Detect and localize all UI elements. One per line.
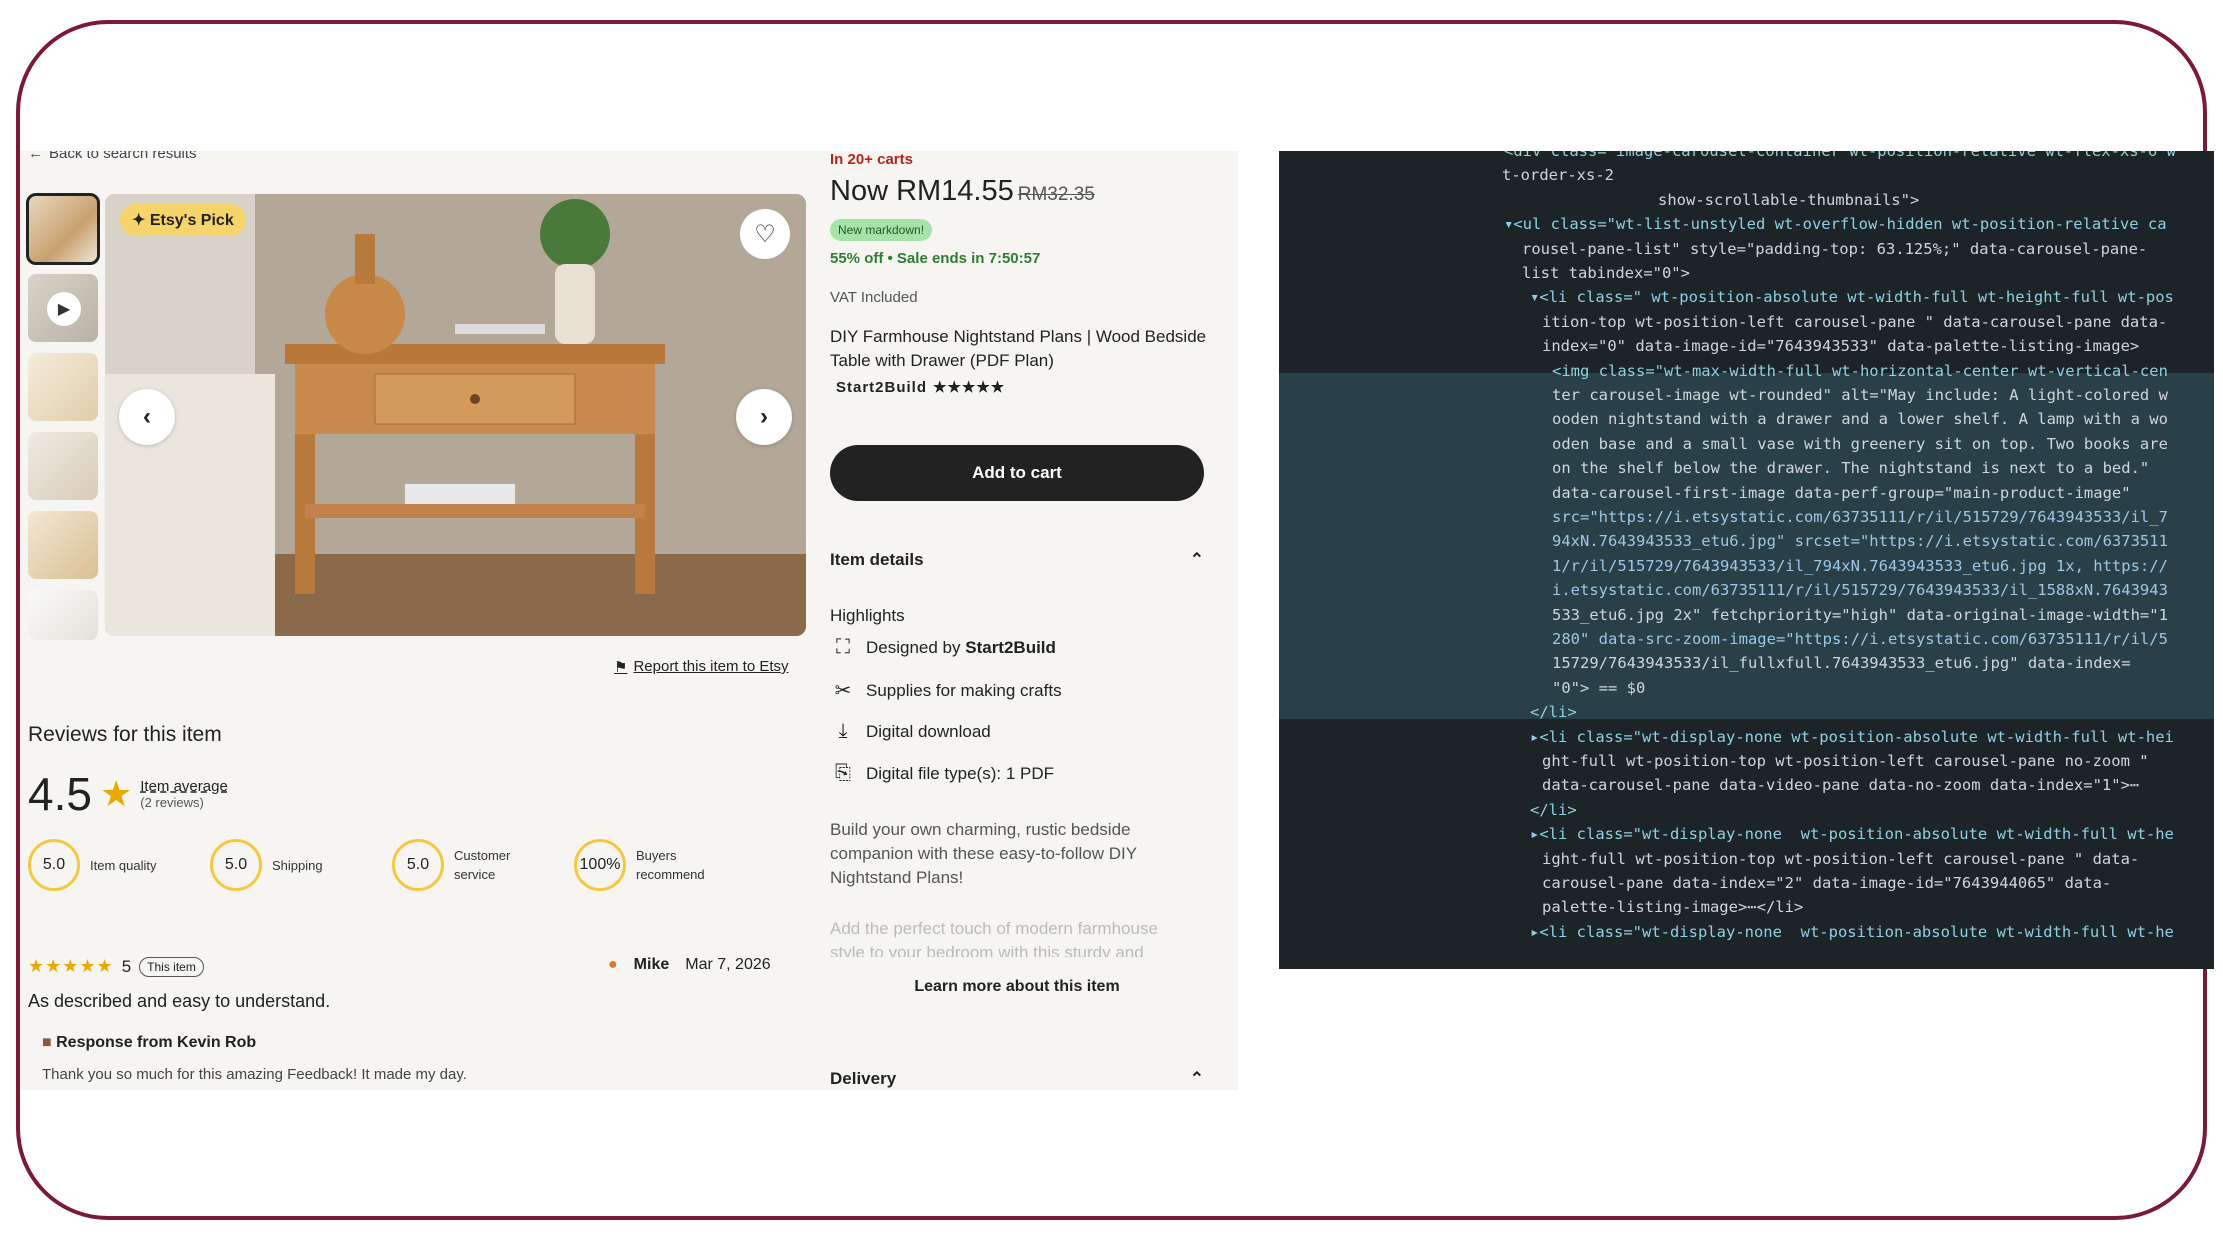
- this-item-pill: This item: [139, 956, 204, 977]
- metric-buyers-recommend: 100% Buyers recommend: [574, 839, 716, 891]
- dom-line[interactable]: ▸<li class="wt-display-none wt-position-…: [1530, 822, 2214, 846]
- download-icon: ⤓: [838, 720, 848, 742]
- dom-line[interactable]: ition-top wt-position-left carousel-pane…: [1542, 310, 2214, 334]
- price: Now RM14.55 RM32.35: [830, 175, 1095, 207]
- paperclip-icon: ⎘: [835, 762, 851, 784]
- etsy-pick-badge: ✦ Etsy's Pick: [120, 204, 246, 236]
- thumbnail-video[interactable]: ▶: [28, 274, 98, 342]
- thumbnail-strip: ▶: [26, 193, 100, 651]
- chevron-up-icon: ⌃: [1189, 1069, 1204, 1088]
- dom-line[interactable]: ▸<li class="wt-display-none wt-position-…: [1530, 920, 2214, 944]
- dom-line[interactable]: ight-full wt-position-top wt-position-le…: [1542, 847, 2214, 871]
- chevron-up-icon: ⌃: [1189, 550, 1204, 569]
- dom-line[interactable]: palette-listing-image>⋯</li>: [1542, 895, 2214, 919]
- heart-icon[interactable]: ♡: [740, 209, 790, 259]
- thumbnail-1[interactable]: [26, 193, 100, 265]
- dom-line[interactable]: ▸<li class="wt-display-none wt-position-…: [1530, 725, 2214, 749]
- flag-icon: ⚑: [614, 659, 628, 676]
- shop-icon: ■: [42, 1034, 52, 1051]
- vat-note: VAT Included: [830, 289, 918, 306]
- item-details-toggle[interactable]: Item details ⌃: [830, 550, 1204, 570]
- review-date: Mar 7, 2026: [685, 956, 771, 973]
- markdown-badge: New markdown!: [830, 219, 933, 241]
- dom-line[interactable]: ▾<ul class="wt-list-unstyled wt-overflow…: [1504, 212, 2214, 236]
- play-icon: ▶: [47, 292, 81, 326]
- average-rating: 4.5 ★ Item average (2 reviews): [28, 768, 228, 820]
- shop-name[interactable]: Start2Build ★★★★★: [830, 378, 1005, 396]
- dom-line[interactable]: on the shelf below the drawer. The night…: [1552, 456, 2214, 480]
- thumbnail-6[interactable]: [28, 590, 98, 640]
- old-price: RM32.35: [1017, 184, 1095, 205]
- highlight-crafts: ✂ Supplies for making crafts: [830, 678, 1062, 703]
- thumbnail-3[interactable]: [28, 353, 98, 421]
- description-faded: Add the perfect touch of modern farmhous…: [830, 919, 1158, 957]
- dom-line[interactable]: carousel-pane data-index="2" data-image-…: [1542, 871, 2214, 895]
- main-product-image[interactable]: ✦ Etsy's Pick ♡ ‹ ›: [105, 194, 806, 636]
- dom-line[interactable]: t-order-xs-2: [1502, 163, 2214, 187]
- seller-response-text: Thank you so much for this amazing Feedb…: [42, 1066, 467, 1083]
- learn-more-button[interactable]: Learn more about this item: [830, 978, 1204, 996]
- dom-line[interactable]: data-carousel-first-image data-perf-grou…: [1552, 481, 2214, 505]
- dom-line[interactable]: oden base and a small vase with greenery…: [1552, 432, 2214, 456]
- dom-line[interactable]: </li>: [1530, 700, 2214, 724]
- chevron-left-icon[interactable]: ‹: [119, 389, 175, 445]
- dom-line[interactable]: list tabindex="0">: [1522, 261, 2214, 285]
- sale-info: 55% off • Sale ends in 7:50:57: [830, 250, 1041, 267]
- seller-response-title: ■ Response from Kevin Rob: [42, 1034, 257, 1051]
- back-link[interactable]: ← Back to search results: [28, 151, 197, 162]
- designer-icon: ⛶: [836, 636, 850, 658]
- reviews-title: Reviews for this item: [28, 723, 222, 746]
- metric-shipping: 5.0 Shipping: [210, 839, 352, 891]
- review-rating: 5: [121, 956, 132, 976]
- devtools-elements-panel: <div class="image-carousel-container wt-…: [1279, 151, 2214, 969]
- dom-line[interactable]: ter carousel-image wt-rounded" alt="May …: [1552, 383, 2214, 407]
- product-title: DIY Farmhouse Nightstand Plans | Wood Be…: [830, 327, 1207, 370]
- dom-line[interactable]: <img class="wt-max-width-full wt-horizon…: [1552, 359, 2214, 383]
- dom-line[interactable]: ooden nightstand with a drawer and a low…: [1552, 407, 2214, 431]
- dom-line[interactable]: <div class="image-carousel-container wt-…: [1504, 151, 2214, 163]
- add-to-cart-button[interactable]: Add to cart: [830, 445, 1204, 501]
- dom-line[interactable]: 533_etu6.jpg 2x" fetchpriority="high" da…: [1552, 603, 2214, 627]
- crafts-icon: ✂: [834, 680, 852, 702]
- dom-line[interactable]: 94xN.7643943533_etu6.jpg" srcset="https:…: [1552, 529, 2214, 553]
- thumbnail-5[interactable]: [28, 511, 98, 579]
- highlight-file-type: ⎘ Digital file type(s): 1 PDF: [830, 762, 1054, 785]
- highlight-download: ⤓ Digital download: [830, 720, 991, 743]
- metric-customer-service: 5.0 Customer service: [392, 839, 534, 891]
- dom-line[interactable]: show-scrollable-thumbnails">: [1658, 188, 2214, 212]
- star-icon: ★: [99, 773, 133, 814]
- metric-item-quality: 5.0 Item quality: [28, 839, 170, 891]
- reviewer-name[interactable]: Mike: [634, 956, 670, 974]
- reviewer-avatar: ●: [608, 956, 618, 973]
- arrow-left-icon: ←: [28, 151, 43, 162]
- dom-line[interactable]: 1/r/il/515729/7643943533/il_794xN.764394…: [1552, 554, 2214, 578]
- dom-line[interactable]: ▾<li class=" wt-position-absolute wt-wid…: [1530, 285, 2214, 309]
- description: Build your own charming, rustic bedside …: [830, 820, 1137, 887]
- rating-metrics: 5.0 Item quality 5.0 Shipping 5.0 Custom…: [28, 839, 716, 891]
- review-text: As described and easy to understand.: [28, 991, 331, 1011]
- dom-line[interactable]: ght-full wt-position-top wt-position-lef…: [1542, 749, 2214, 773]
- dom-line[interactable]: src="https://i.etsystatic.com/63735111/r…: [1552, 505, 2214, 529]
- nightstand-photo: [105, 194, 806, 636]
- highlight-designer: ⛶ Designed by Start2Build: [830, 636, 1056, 659]
- shop-rating-stars: ★★★★★: [933, 379, 1006, 396]
- dom-line[interactable]: data-carousel-pane data-video-pane data-…: [1542, 773, 2214, 797]
- review-stars: ★★★★★: [28, 956, 114, 976]
- dom-line[interactable]: i.etsystatic.com/63735111/r/il/515729/76…: [1552, 578, 2214, 602]
- dom-line[interactable]: 280" data-src-zoom-image="https://i.etsy…: [1552, 627, 2214, 651]
- highlights-title: Highlights: [830, 606, 905, 625]
- dom-line[interactable]: 15729/7643943533/il_fullxfull.7643943533…: [1552, 651, 2214, 675]
- dom-line[interactable]: index="0" data-image-id="7643943533" dat…: [1542, 334, 2214, 358]
- review-card: ★★★★★ 5 This item ● Mike Mar 7, 2026 As …: [28, 956, 798, 1083]
- cart-count: In 20+ carts: [830, 151, 913, 168]
- delivery-toggle[interactable]: Delivery ⌃: [830, 1069, 1204, 1089]
- etsy-listing-panel: ← Back to search results ▶ ✦ Etsy's Pick…: [20, 151, 1238, 1090]
- thumbnail-4[interactable]: [28, 432, 98, 500]
- chevron-right-icon[interactable]: ›: [736, 389, 792, 445]
- dom-line[interactable]: "0"> == $0: [1552, 676, 2214, 700]
- dom-line[interactable]: </li>: [1530, 798, 2214, 822]
- report-item-link[interactable]: ⚑ Report this item to Etsy: [614, 658, 789, 676]
- dom-line[interactable]: rousel-pane-list" style="padding-top: 63…: [1522, 237, 2214, 261]
